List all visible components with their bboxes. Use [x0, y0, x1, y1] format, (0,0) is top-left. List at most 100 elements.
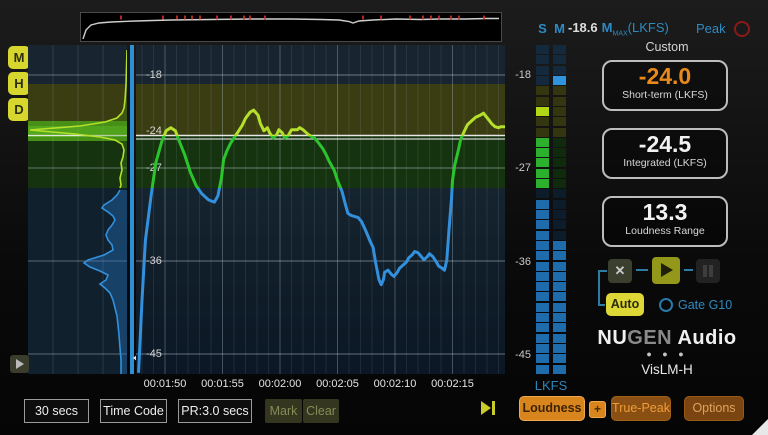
view-button-m[interactable]: M — [8, 46, 30, 69]
svg-text:-18: -18 — [146, 69, 162, 81]
page-dots[interactable]: ● ● ● — [597, 349, 737, 359]
tab-loudness[interactable]: Loudness — [519, 396, 585, 421]
loudness-distribution-panel[interactable] — [28, 45, 127, 374]
meter-m-segment — [553, 76, 566, 85]
meter-m-label: M — [553, 21, 566, 36]
integrated-readout[interactable]: -24.5 Integrated (LKFS) — [602, 128, 728, 179]
meter-s-segment — [536, 262, 549, 271]
meter-s-segment — [536, 45, 549, 54]
reset-button[interactable]: ✕ — [608, 259, 632, 283]
meter-s-segment — [536, 107, 549, 116]
transport-connector-line — [598, 270, 600, 306]
playback-cursor[interactable] — [130, 45, 134, 374]
meter-m-segment — [553, 220, 566, 229]
tab-options[interactable]: Options — [684, 396, 744, 421]
pause-icon — [703, 265, 707, 277]
meter-m-segment — [553, 148, 566, 157]
preset-selector[interactable]: Custom — [604, 40, 730, 54]
play-button[interactable] — [652, 257, 680, 284]
loudness-history-graph[interactable]: -18-24-27-36-45 — [136, 45, 505, 374]
product-name: VisLM-H — [597, 362, 737, 377]
meter-s-segment — [536, 138, 549, 147]
play-icon — [661, 263, 673, 277]
meter-m-segment — [553, 313, 566, 322]
view-button-h[interactable]: H — [8, 72, 30, 95]
auto-button[interactable]: Auto — [606, 293, 644, 316]
transport-connector-line — [598, 270, 607, 272]
timecode-mode-button[interactable]: Time Code — [100, 399, 167, 423]
meter-s-segment — [536, 365, 549, 374]
svg-text:-36: -36 — [146, 255, 162, 267]
meter-s-segment — [536, 282, 549, 291]
peak-label: Peak — [696, 21, 726, 36]
meter-s-segment — [536, 97, 549, 106]
gate-label: Gate G10 — [678, 298, 732, 312]
meter-m-segment — [553, 303, 566, 312]
meter-m-segment — [553, 107, 566, 116]
play-icon — [16, 359, 24, 369]
pause-icon — [709, 265, 713, 277]
meter-s-segment — [536, 148, 549, 157]
peak-indicator-lamp[interactable] — [734, 21, 750, 37]
history-window-button[interactable]: 30 secs — [24, 399, 89, 423]
meter-s-segment — [536, 86, 549, 95]
meter-m-segment — [553, 241, 566, 250]
loudness-range-readout[interactable]: 13.3 Loudness Range — [602, 196, 728, 247]
meter-s-segment — [536, 354, 549, 363]
short-term-readout[interactable]: -24.0 Short-term (LKFS) — [602, 60, 728, 111]
meter-m-segment — [553, 138, 566, 147]
brand-audio: Audio — [672, 327, 736, 349]
meter-scale-label: -36 — [504, 256, 531, 268]
meter-s-segment — [536, 66, 549, 75]
meter-m-segment — [553, 86, 566, 95]
clear-button[interactable]: Clear — [303, 399, 339, 423]
transport-connector-line — [684, 269, 693, 271]
meter-s-segment — [536, 179, 549, 188]
gate-radio[interactable] — [659, 298, 673, 312]
history-play-button[interactable] — [10, 355, 29, 373]
svg-text:-45: -45 — [146, 348, 162, 360]
transport-connector-line — [598, 304, 605, 306]
meter-s-segment — [536, 200, 549, 209]
meter-s-segment — [536, 313, 549, 322]
meter-s-segment — [536, 189, 549, 198]
meter-m-segment — [553, 158, 566, 167]
tab-true-peak[interactable]: True-Peak — [611, 396, 671, 421]
pr-window-button[interactable]: PR:3.0 secs — [178, 399, 252, 423]
momentary-max-readout: -18.6MMAX(LKFS) — [568, 20, 669, 38]
meter-s-segment — [536, 231, 549, 240]
meter-s-segment — [536, 76, 549, 85]
meter-m-segment — [553, 251, 566, 260]
meter-m-segment — [553, 334, 566, 343]
meter-m-segment — [553, 117, 566, 126]
meter-m-segment — [553, 262, 566, 271]
meter-s-segment — [536, 303, 549, 312]
add-view-button[interactable]: + — [589, 401, 606, 418]
momentary-max-symbol: M — [602, 20, 613, 35]
view-button-d[interactable]: D — [8, 98, 30, 121]
meter-m-segment — [553, 272, 566, 281]
loudness-range-label: Loudness Range — [604, 225, 726, 237]
waveform-overview[interactable] — [80, 12, 502, 42]
skip-to-end-button[interactable] — [481, 401, 497, 415]
meter-scale-label: -27 — [504, 162, 531, 174]
meter-s-segment — [536, 241, 549, 250]
vislm-plugin-window: M H D -18-24-27-36-45 00:01:5000:01:5500… — [0, 0, 768, 435]
meter-m-segment — [553, 45, 566, 54]
meter-m-segment — [553, 97, 566, 106]
integrated-label: Integrated (LKFS) — [604, 157, 726, 169]
meter-m-segment — [553, 365, 566, 374]
pause-button[interactable] — [696, 259, 720, 283]
meter-m-segment — [553, 66, 566, 75]
meter-s-segment — [536, 210, 549, 219]
momentary-max-unit: (LKFS) — [628, 20, 669, 35]
mark-button[interactable]: Mark — [265, 399, 302, 423]
time-axis-label: 00:02:15 — [419, 378, 487, 390]
resize-grip[interactable] — [752, 419, 768, 435]
meter-s-segment — [536, 158, 549, 167]
integrated-value: -24.5 — [604, 131, 726, 157]
meter-s-segment — [536, 117, 549, 126]
meter-m-segment — [553, 323, 566, 332]
meter-scale-label: -45 — [504, 349, 531, 361]
meter-s-segment — [536, 323, 549, 332]
